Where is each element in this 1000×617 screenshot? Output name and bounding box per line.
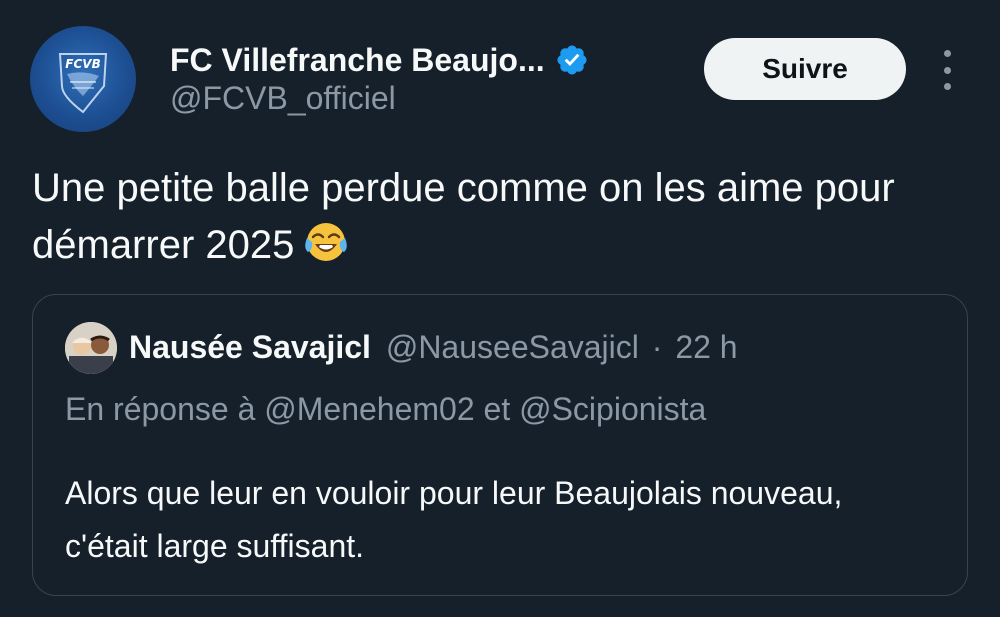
quote-header: Nausée Savajicl @NauseeSavajicl · 22 h [129,325,738,369]
more-dot [943,50,951,57]
fcvb-crest-icon: FCVB [58,53,108,114]
avatar-text: FCVB [65,57,100,71]
quote-reply-context: En réponse à @Menehem02 et @Scipionista [65,391,707,427]
quote-text: Alors que leur en vouloir pour leur Beau… [65,475,843,564]
quoted-tweet[interactable]: Nausée Savajicl @NauseeSavajicl · 22 h E… [32,294,968,596]
more-dot [943,83,951,90]
quote-author-name[interactable]: Nausée Savajicl [129,329,371,365]
face-with-tears-of-joy-icon [305,223,348,261]
author-avatar[interactable]: FCVB [30,26,136,132]
quote-avatar-photo-icon [65,322,117,374]
author-display-name[interactable]: FC Villefranche Beaujo... [170,42,545,79]
tweet-text: Une petite balle perdue comme on les aim… [32,166,895,267]
tweet-card: FCVB FC Villefranche Beaujo... @FCVB_off… [0,0,1000,617]
follow-button[interactable]: Suivre [704,38,906,100]
more-dot [943,66,951,74]
quote-separator: · [651,329,663,365]
tweet-text-block: Une petite balle perdue comme on les aim… [32,160,982,274]
quote-author-avatar[interactable] [65,322,117,374]
quote-timestamp[interactable]: 22 h [675,329,737,365]
quote-author-handle[interactable]: @NauseeSavajicl [386,329,639,365]
more-vertical-icon[interactable] [934,50,960,90]
author-name-row: FC Villefranche Beaujo... [170,38,589,82]
verified-badge-icon [557,45,587,75]
author-handle[interactable]: @FCVB_officiel [170,80,396,117]
